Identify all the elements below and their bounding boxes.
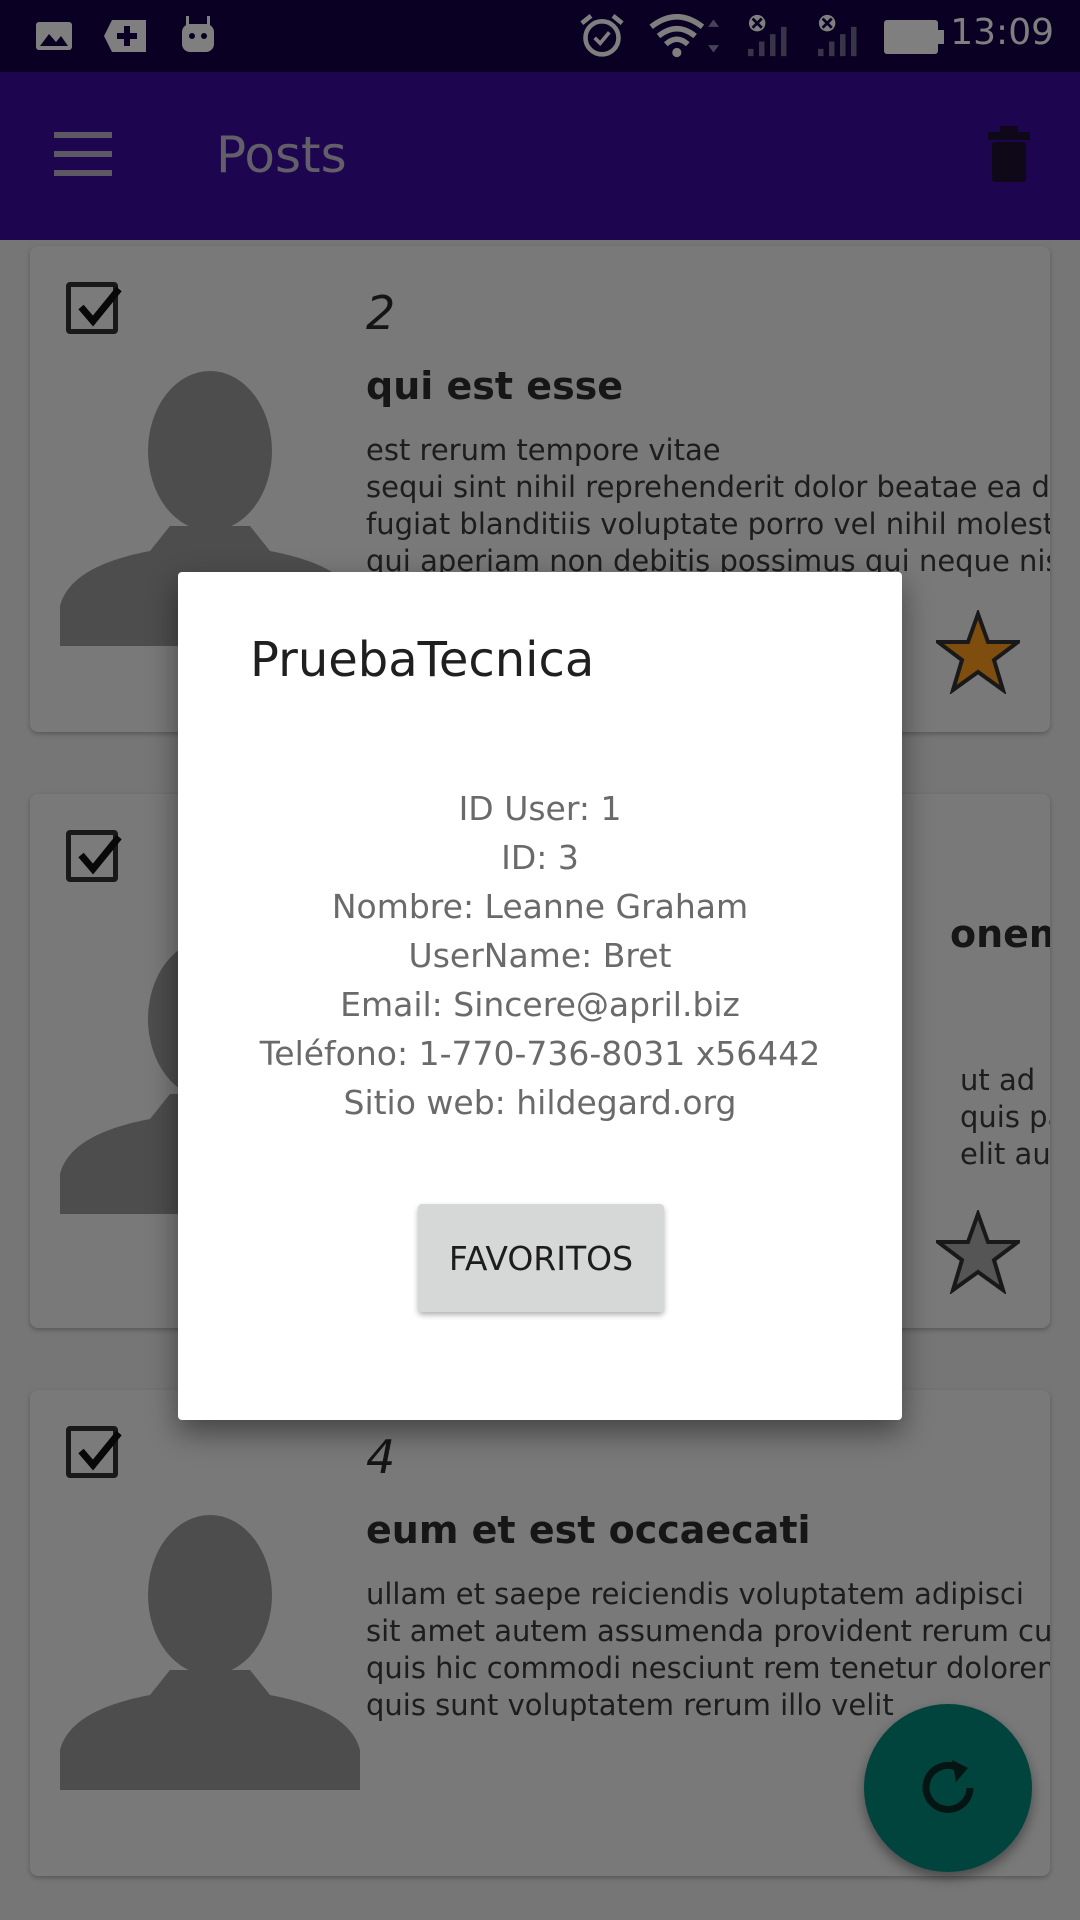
user-details: ID User: 1 ID: 3 Nombre: Leanne Graham U…	[178, 784, 902, 1127]
dialog-title: PruebaTecnica	[250, 632, 595, 688]
email-line: Email: Sincere@april.biz	[340, 985, 740, 1024]
fab-scrim	[864, 1704, 1032, 1872]
website-line: Sitio web: hildegard.org	[343, 1083, 737, 1122]
post-id-line: ID: 3	[501, 838, 579, 877]
name-line: Nombre: Leanne Graham	[331, 887, 749, 926]
favorites-button[interactable]: FAVORITOS	[418, 1204, 664, 1312]
user-info-dialog: PruebaTecnica ID User: 1 ID: 3 Nombre: L…	[178, 572, 902, 1420]
modal-scrim-top	[0, 0, 1080, 240]
user-id-line: ID User: 1	[458, 789, 622, 828]
phone-line: Teléfono: 1-770-736-8031 x56442	[259, 1034, 821, 1073]
username-line: UserName: Bret	[408, 936, 672, 975]
